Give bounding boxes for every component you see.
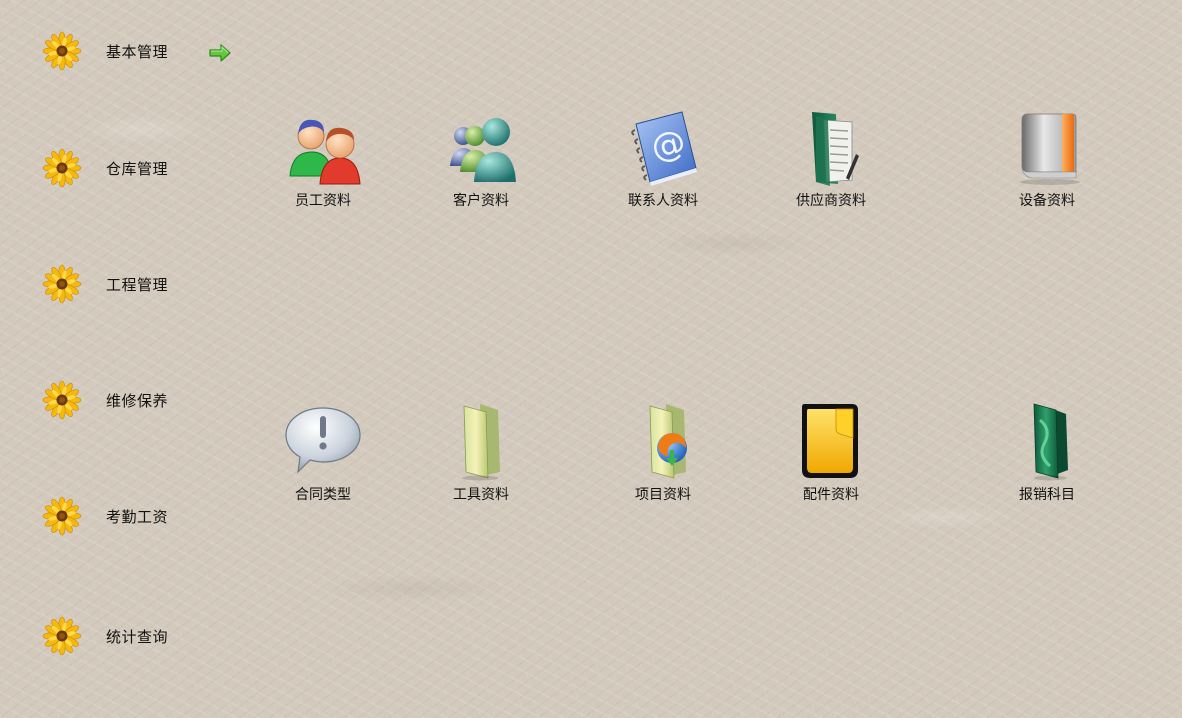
module-label: 员工资料 — [295, 193, 351, 209]
sidebar-item-label: 工程管理 — [106, 275, 169, 294]
green-arrow-right-icon — [209, 44, 231, 62]
green-folder-icon — [1033, 403, 1068, 481]
module-label: 报销科目 — [1019, 487, 1075, 503]
module-projects[interactable]: 项目资料 — [598, 400, 728, 510]
sidebar-item-maintenance[interactable]: 维修保养 — [42, 380, 232, 420]
module-label: 供应商资料 — [796, 193, 866, 209]
module-label: 工具资料 — [453, 487, 509, 503]
module-tools[interactable]: 工具资料 — [416, 400, 546, 510]
sunflower-icon — [42, 496, 82, 536]
sidebar-item-label: 统计查询 — [106, 627, 169, 646]
sidebar-item-statistics-query[interactable]: 统计查询 — [42, 616, 232, 656]
sidebar-item-project-management[interactable]: 工程管理 — [42, 264, 232, 304]
module-parts[interactable]: 配件资料 — [766, 400, 896, 510]
module-label: 合同类型 — [295, 487, 351, 503]
module-label: 设备资料 — [1019, 193, 1075, 209]
yellow-folder-icon — [802, 404, 858, 478]
sidebar-item-basic-management[interactable]: 基本管理 — [42, 31, 232, 71]
binder-icon — [1020, 113, 1080, 185]
document-folder-icon — [812, 112, 859, 186]
module-customers[interactable]: 客户资料 — [416, 106, 546, 216]
sunflower-icon — [42, 616, 82, 656]
customers-icon — [450, 118, 516, 182]
module-label: 配件资料 — [803, 487, 859, 503]
sidebar-item-label: 基本管理 — [106, 42, 169, 61]
module-contacts[interactable]: @ 联系人资料 — [598, 106, 728, 216]
sunflower-icon — [42, 264, 82, 304]
address-book-icon: @ — [631, 111, 697, 186]
folder-icon — [462, 404, 500, 481]
sunflower-icon — [42, 148, 82, 188]
folder-globe-icon — [649, 404, 687, 479]
module-equipment[interactable]: 设备资料 — [982, 106, 1112, 216]
sidebar-item-attendance-payroll[interactable]: 考勤工资 — [42, 496, 232, 536]
module-expense-items[interactable]: 报销科目 — [982, 400, 1112, 510]
module-contract-types[interactable]: 合同类型 — [258, 400, 388, 510]
sunflower-icon — [42, 31, 82, 71]
module-suppliers[interactable]: 供应商资料 — [766, 106, 896, 216]
employees-icon — [289, 119, 361, 185]
info-bubble-icon — [285, 407, 361, 474]
module-label: 项目资料 — [635, 487, 691, 503]
sidebar-item-label: 仓库管理 — [106, 159, 169, 178]
sunflower-icon — [42, 380, 82, 420]
sidebar-item-label: 维修保养 — [106, 391, 169, 410]
module-label: 客户资料 — [453, 193, 509, 209]
module-label: 联系人资料 — [628, 193, 698, 209]
module-employees[interactable]: 员工资料 — [258, 106, 388, 216]
sidebar-item-label: 考勤工资 — [106, 507, 169, 526]
sidebar-item-warehouse-management[interactable]: 仓库管理 — [42, 148, 232, 188]
